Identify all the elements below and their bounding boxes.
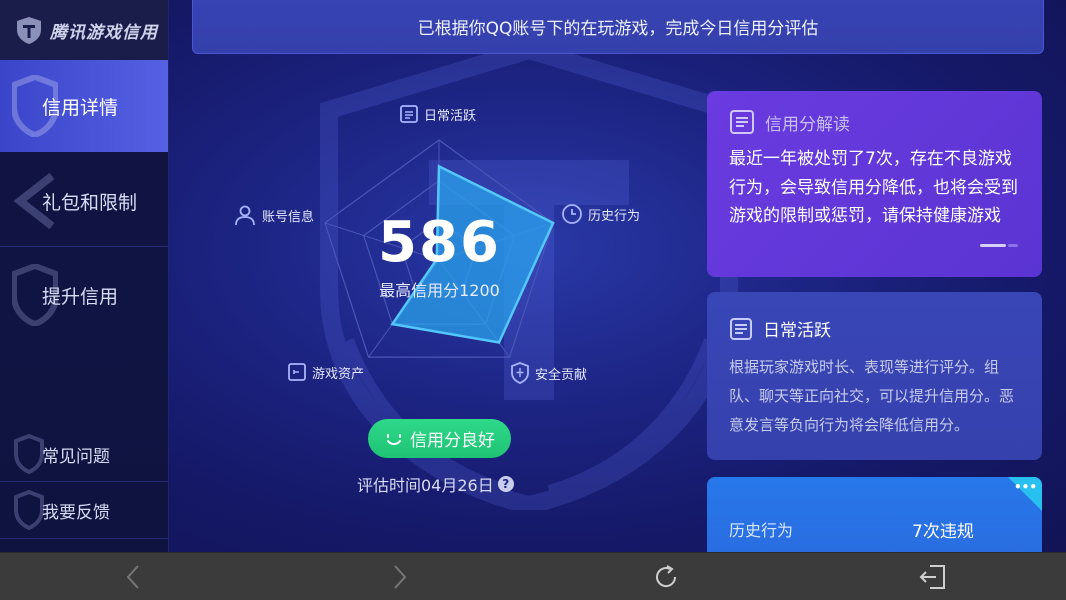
refresh-icon[interactable] — [651, 562, 681, 592]
pager-dots — [980, 244, 1018, 247]
back-icon[interactable] — [118, 562, 148, 592]
radar-axis-label: 安全贡献 — [535, 367, 588, 383]
card-header: 信用分解读 — [729, 109, 1020, 135]
card-header: 日常活跃 — [729, 316, 1020, 341]
sidebar-item-label: 礼包和限制 — [42, 191, 138, 214]
forward-icon[interactable] — [385, 562, 415, 592]
user-icon — [235, 205, 255, 226]
sidebar-divider — [0, 481, 168, 482]
daily-activity-card[interactable]: 日常活跃 根据玩家游戏时长、表现等进行评分。组队、聊天等正向社交，可以提升信用分… — [707, 292, 1042, 460]
evaluation-banner: 已根据你QQ账号下的在玩游戏，完成今日信用分评估 — [192, 0, 1044, 54]
shield-icon — [511, 362, 529, 384]
radar-axis-label: 历史行为 — [588, 208, 641, 224]
card-title: 信用分解读 — [765, 114, 850, 135]
sidebar-item-faq[interactable]: 常见问题 — [0, 429, 168, 479]
radar-label-account: 账号信息 — [233, 203, 314, 227]
sidebar-item-gifts-limits[interactable]: 礼包和限制 — [0, 155, 168, 247]
credit-status-text: 信用分良好 — [410, 431, 495, 451]
sidebar-item-credit-details[interactable]: 信用详情 — [0, 60, 168, 152]
radar-axis-label: 游戏资产 — [312, 366, 365, 382]
doc-icon — [400, 105, 418, 123]
shield-outline-icon — [14, 490, 44, 530]
shield-outline-icon — [14, 434, 44, 474]
smile-icon — [387, 433, 401, 445]
doc-icon — [730, 110, 754, 134]
sidebar-item-improve-credit[interactable]: 提升信用 — [0, 249, 168, 341]
history-label: 历史行为 — [729, 521, 794, 540]
sidebar-divider — [0, 538, 168, 539]
history-row: 历史行为 7次违规 — [729, 517, 1020, 542]
history-value: 7次违规 — [912, 522, 974, 542]
sidebar-item-label: 我要反馈 — [42, 502, 110, 523]
help-icon[interactable]: ? — [497, 476, 514, 492]
main-panel: 已根据你QQ账号下的在玩游戏，完成今日信用分评估 586 最高信用分1200 日… — [169, 0, 1066, 552]
radar-label-history: 历史行为 — [561, 203, 640, 225]
card-body: 最近一年被处罚了7次，存在不良游戏行为，会导致信用分降低，也将会受到游戏的限制或… — [729, 149, 1018, 226]
asset-icon — [288, 363, 306, 381]
radar-label-daily: 日常活跃 — [399, 104, 476, 124]
max-score-label: 最高信用分1200 — [379, 281, 500, 300]
radar-label-security: 安全贡献 — [510, 362, 587, 384]
sidebar: 腾讯游戏信用 信用详情 礼包和限制 提升信用 常见问题 我要反馈 — [0, 0, 169, 552]
evaluation-time-text: 评估时间04月26日 — [357, 476, 494, 495]
clock-icon — [562, 204, 582, 224]
logo-shield-icon — [17, 17, 41, 44]
card-body: 根据玩家游戏时长、表现等进行评分。组队、聊天等正向社交，可以提升信用分。恶意发言… — [729, 358, 1015, 434]
radar-axis-label: 日常活跃 — [424, 108, 477, 124]
more-icon[interactable]: ••• — [1014, 481, 1037, 493]
logo-text: 腾讯游戏信用 — [50, 22, 158, 43]
sidebar-item-feedback[interactable]: 我要反馈 — [0, 485, 168, 535]
sidebar-item-label: 常见问题 — [42, 446, 110, 467]
history-behavior-card[interactable]: ••• 历史行为 7次违规 — [707, 477, 1042, 552]
sidebar-divider — [0, 246, 168, 247]
radar-label-assets: 游戏资产 — [287, 362, 364, 382]
exit-icon[interactable] — [918, 562, 948, 592]
app-logo: 腾讯游戏信用 — [0, 0, 168, 60]
bottom-nav-bar — [0, 552, 1066, 600]
credit-status-badge: 信用分良好 — [368, 419, 511, 458]
sidebar-item-label: 提升信用 — [42, 285, 119, 308]
radar-axis-label: 账号信息 — [262, 209, 315, 225]
sidebar-item-label: 信用详情 — [42, 96, 119, 119]
credit-interpretation-card: 信用分解读 最近一年被处罚了7次，存在不良游戏行为，会导致信用分降低，也将会受到… — [707, 91, 1042, 277]
evaluation-time: 评估时间04月26日 ? — [357, 472, 514, 496]
doc-icon — [730, 317, 752, 340]
card-title: 日常活跃 — [763, 321, 831, 341]
